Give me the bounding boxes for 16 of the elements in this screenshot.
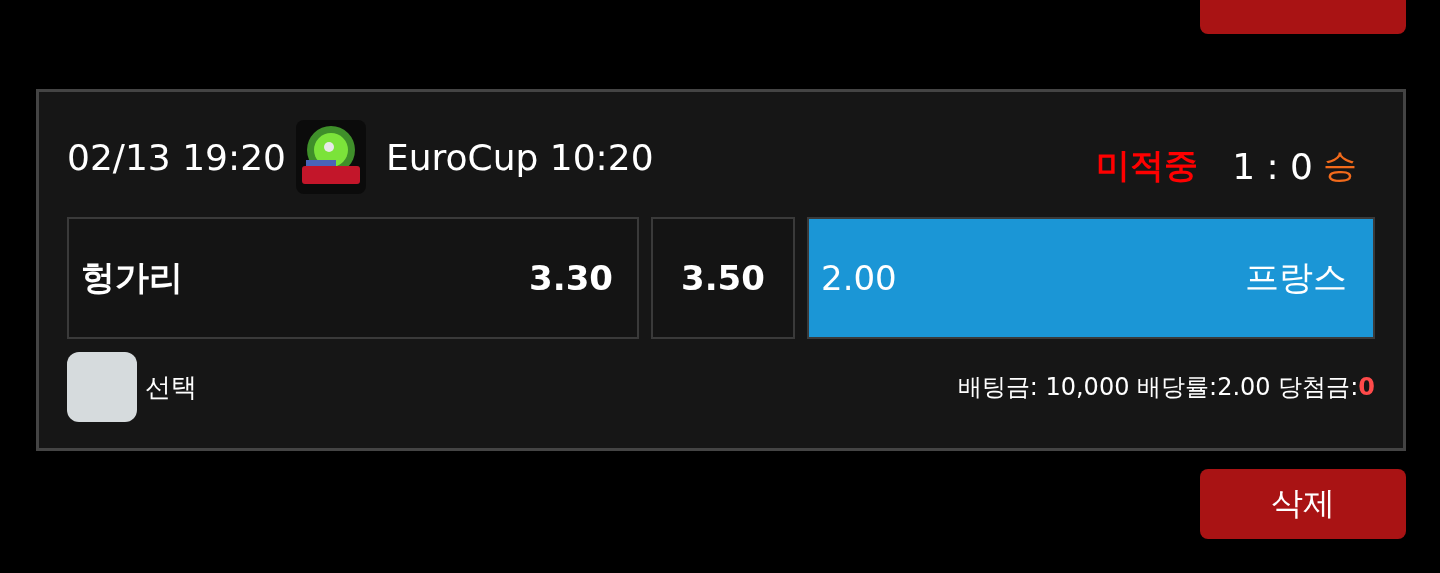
select-checkbox[interactable] — [67, 352, 137, 422]
odds-value: 2.00 — [821, 258, 897, 298]
delete-button[interactable]: 삭제 — [1200, 469, 1406, 539]
odds-value: 3.50 — [681, 258, 765, 298]
select-label: 선택 — [145, 370, 197, 404]
match-outcome: 승 — [1323, 144, 1357, 187]
odds-option[interactable]: 3.50 — [651, 217, 795, 339]
match-score: 1 : 0 — [1232, 145, 1313, 187]
team-name: 헝가리 — [81, 256, 183, 299]
odds-option[interactable]: 헝가리 3.30 — [67, 217, 639, 339]
match-time: 02/13 19:20 — [67, 136, 286, 178]
team-name: 프랑스 — [1245, 256, 1347, 299]
bet-result: 미적중 — [1096, 144, 1199, 187]
bet-summary: 배팅금: 10,000 배당률:2.00 당첨금:0 — [957, 372, 1375, 403]
league-name: EuroCup 10:20 — [385, 136, 654, 178]
odds-value: 3.30 — [529, 258, 613, 298]
